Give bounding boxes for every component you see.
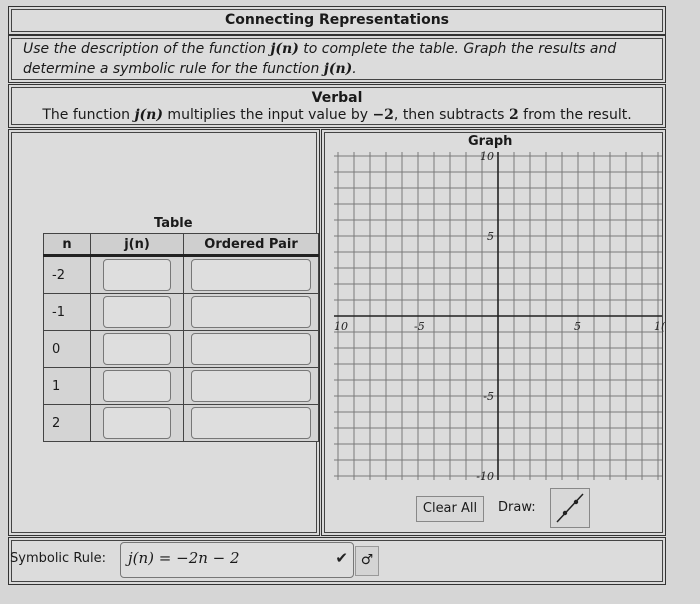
verbal-panel: Verbal The function j(n) multiplies the … bbox=[8, 84, 666, 128]
jn-input[interactable] bbox=[103, 333, 171, 365]
verbal-heading: Verbal bbox=[311, 90, 363, 106]
verbal-text: The function bbox=[42, 107, 135, 123]
multiplier-value: −2 bbox=[372, 107, 394, 123]
table-panel: Table n j(n) Ordered Pair -2 -1 0 1 2 bbox=[8, 129, 320, 536]
verbal-text: from the result. bbox=[518, 107, 632, 123]
coordinate-graph[interactable]: 10 -5 5 1( 10 5 -5 -10 bbox=[322, 130, 665, 490]
ordered-pair-input[interactable] bbox=[191, 407, 311, 439]
n-value: -1 bbox=[43, 293, 91, 331]
values-table: n j(n) Ordered Pair -2 -1 0 1 2 bbox=[43, 233, 319, 442]
ordered-pair-input[interactable] bbox=[191, 370, 311, 402]
y-tick-label: -10 bbox=[476, 470, 494, 483]
header-ordered-pair: Ordered Pair bbox=[183, 233, 319, 257]
jn-input[interactable] bbox=[103, 296, 171, 328]
draw-line-tool-button[interactable] bbox=[550, 488, 590, 528]
table-title: Table bbox=[154, 216, 193, 231]
x-tick-label: 10 bbox=[334, 320, 348, 333]
page-title: Connecting Representations bbox=[8, 6, 666, 35]
y-tick-label: 5 bbox=[487, 230, 494, 243]
function-symbol: j(n) bbox=[270, 41, 299, 57]
ordered-pair-input[interactable] bbox=[191, 259, 311, 291]
y-tick-label: 10 bbox=[480, 150, 494, 163]
header-jn: j(n) bbox=[90, 233, 184, 257]
instructions-panel: Use the description of the function j(n)… bbox=[8, 35, 666, 83]
table-row: 0 bbox=[43, 330, 319, 368]
n-value: 2 bbox=[43, 404, 91, 442]
clear-all-button[interactable]: Clear All bbox=[416, 496, 484, 522]
x-tick-label: -5 bbox=[414, 320, 425, 333]
n-value: 0 bbox=[43, 330, 91, 368]
jn-input[interactable] bbox=[103, 407, 171, 439]
symbolic-rule-value: j(n) = −2n − 2 bbox=[128, 549, 240, 567]
ordered-pair-input[interactable] bbox=[191, 296, 311, 328]
header-n: n bbox=[43, 233, 91, 257]
instr-text: determine a symbolic rule for the functi… bbox=[23, 61, 324, 77]
jn-input[interactable] bbox=[103, 259, 171, 291]
function-symbol: j(n) bbox=[323, 61, 353, 77]
instr-text: to complete the table. Graph the results… bbox=[298, 41, 617, 57]
verbal-description: The function j(n) multiplies the input v… bbox=[9, 106, 665, 124]
n-value: -2 bbox=[43, 255, 91, 294]
x-tick-label: 5 bbox=[574, 320, 581, 333]
instr-text: . bbox=[352, 61, 357, 77]
instr-text: Use the description of the function bbox=[23, 41, 271, 57]
x-tick-label: 1( bbox=[654, 320, 665, 333]
table-row: 2 bbox=[43, 404, 319, 442]
y-tick-label: -5 bbox=[483, 390, 494, 403]
function-symbol: j(n) bbox=[134, 107, 163, 123]
ordered-pair-input[interactable] bbox=[191, 333, 311, 365]
table-row: -1 bbox=[43, 293, 319, 331]
table-row: 1 bbox=[43, 367, 319, 405]
graph-panel: Graph 10 -5 5 1(10 5 -5 -10 Clear All Draw: bbox=[321, 129, 666, 536]
symbolic-rule-input[interactable]: j(n) = −2n − 2 ✔ bbox=[120, 542, 354, 578]
verbal-text: , then subtracts bbox=[393, 107, 509, 123]
instructions-text: Use the description of the function j(n)… bbox=[23, 39, 655, 79]
verbal-text: multiplies the input value by bbox=[162, 107, 373, 123]
title-text: Connecting Representations bbox=[224, 12, 449, 28]
draw-label: Draw: bbox=[498, 500, 536, 515]
jn-input[interactable] bbox=[103, 370, 171, 402]
subtrahend-value: 2 bbox=[508, 107, 519, 123]
math-keyboard-icon[interactable]: ♂ bbox=[355, 546, 379, 576]
symbolic-rule-label: Symbolic Rule: bbox=[10, 551, 106, 566]
line-segment-icon bbox=[556, 493, 584, 523]
n-value: 1 bbox=[43, 367, 91, 405]
table-row: -2 bbox=[43, 255, 319, 294]
symbolic-rule-panel: Symbolic Rule: j(n) = −2n − 2 ✔ ♂ bbox=[8, 537, 666, 585]
checkmark-icon: ✔ bbox=[335, 549, 348, 567]
